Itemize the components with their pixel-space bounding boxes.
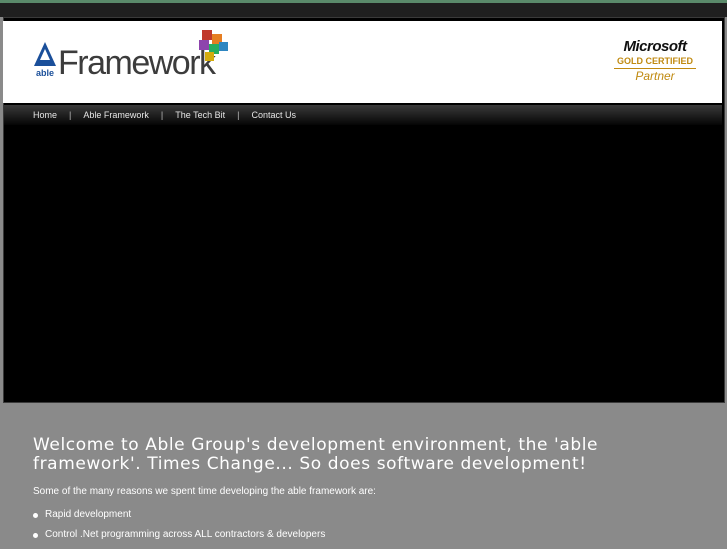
- nav-item-the-tech-bit[interactable]: The Tech Bit: [175, 110, 225, 120]
- page-headline: Welcome to Able Group's development envi…: [33, 436, 703, 474]
- reason-text: Control .Net programming across ALL cont…: [45, 529, 326, 540]
- logo-small-text: able: [36, 68, 55, 78]
- headline-line-2: framework'. Times Change... So does soft…: [33, 454, 587, 474]
- nav-item-able-framework[interactable]: Able Framework: [83, 110, 149, 120]
- nav-separator: |: [160, 110, 164, 120]
- list-item: Control .Net programming across ALL cont…: [33, 529, 703, 541]
- cubes-icon: [199, 30, 228, 61]
- partner-label: Partner: [635, 69, 675, 83]
- nav-separator: |: [237, 110, 240, 120]
- logo-wordmark: Framework: [58, 44, 216, 82]
- microsoft-gold-partner-badge: Microsoft GOLD CERTIFIED Partner: [610, 39, 700, 83]
- main-content: Welcome to Able Group's development envi…: [33, 436, 703, 549]
- headline-line-1: Welcome to Able Group's development envi…: [33, 435, 599, 455]
- reason-text: Rapid development: [45, 509, 132, 520]
- reasons-list: Rapid development Control .Net programmi…: [33, 509, 703, 541]
- main-nav: Home | Able Framework | The Tech Bit | C…: [4, 105, 722, 125]
- able-triangle-icon: [34, 42, 56, 66]
- gold-certified-label: GOLD CERTIFIED: [614, 56, 696, 69]
- nav-separator: |: [69, 110, 72, 120]
- intro-text: Some of the many reasons we spent time d…: [33, 486, 376, 497]
- able-framework-logo[interactable]: able Framework: [34, 28, 234, 84]
- bullet-icon: [33, 512, 38, 518]
- list-item: Rapid development: [33, 509, 703, 521]
- microsoft-wordmark: Microsoft: [623, 38, 688, 55]
- top-bar: [0, 3, 727, 17]
- nav-item-home[interactable]: Home: [33, 110, 57, 120]
- nav-item-contact-us[interactable]: Contact Us: [251, 110, 296, 120]
- bullet-icon: [33, 532, 38, 538]
